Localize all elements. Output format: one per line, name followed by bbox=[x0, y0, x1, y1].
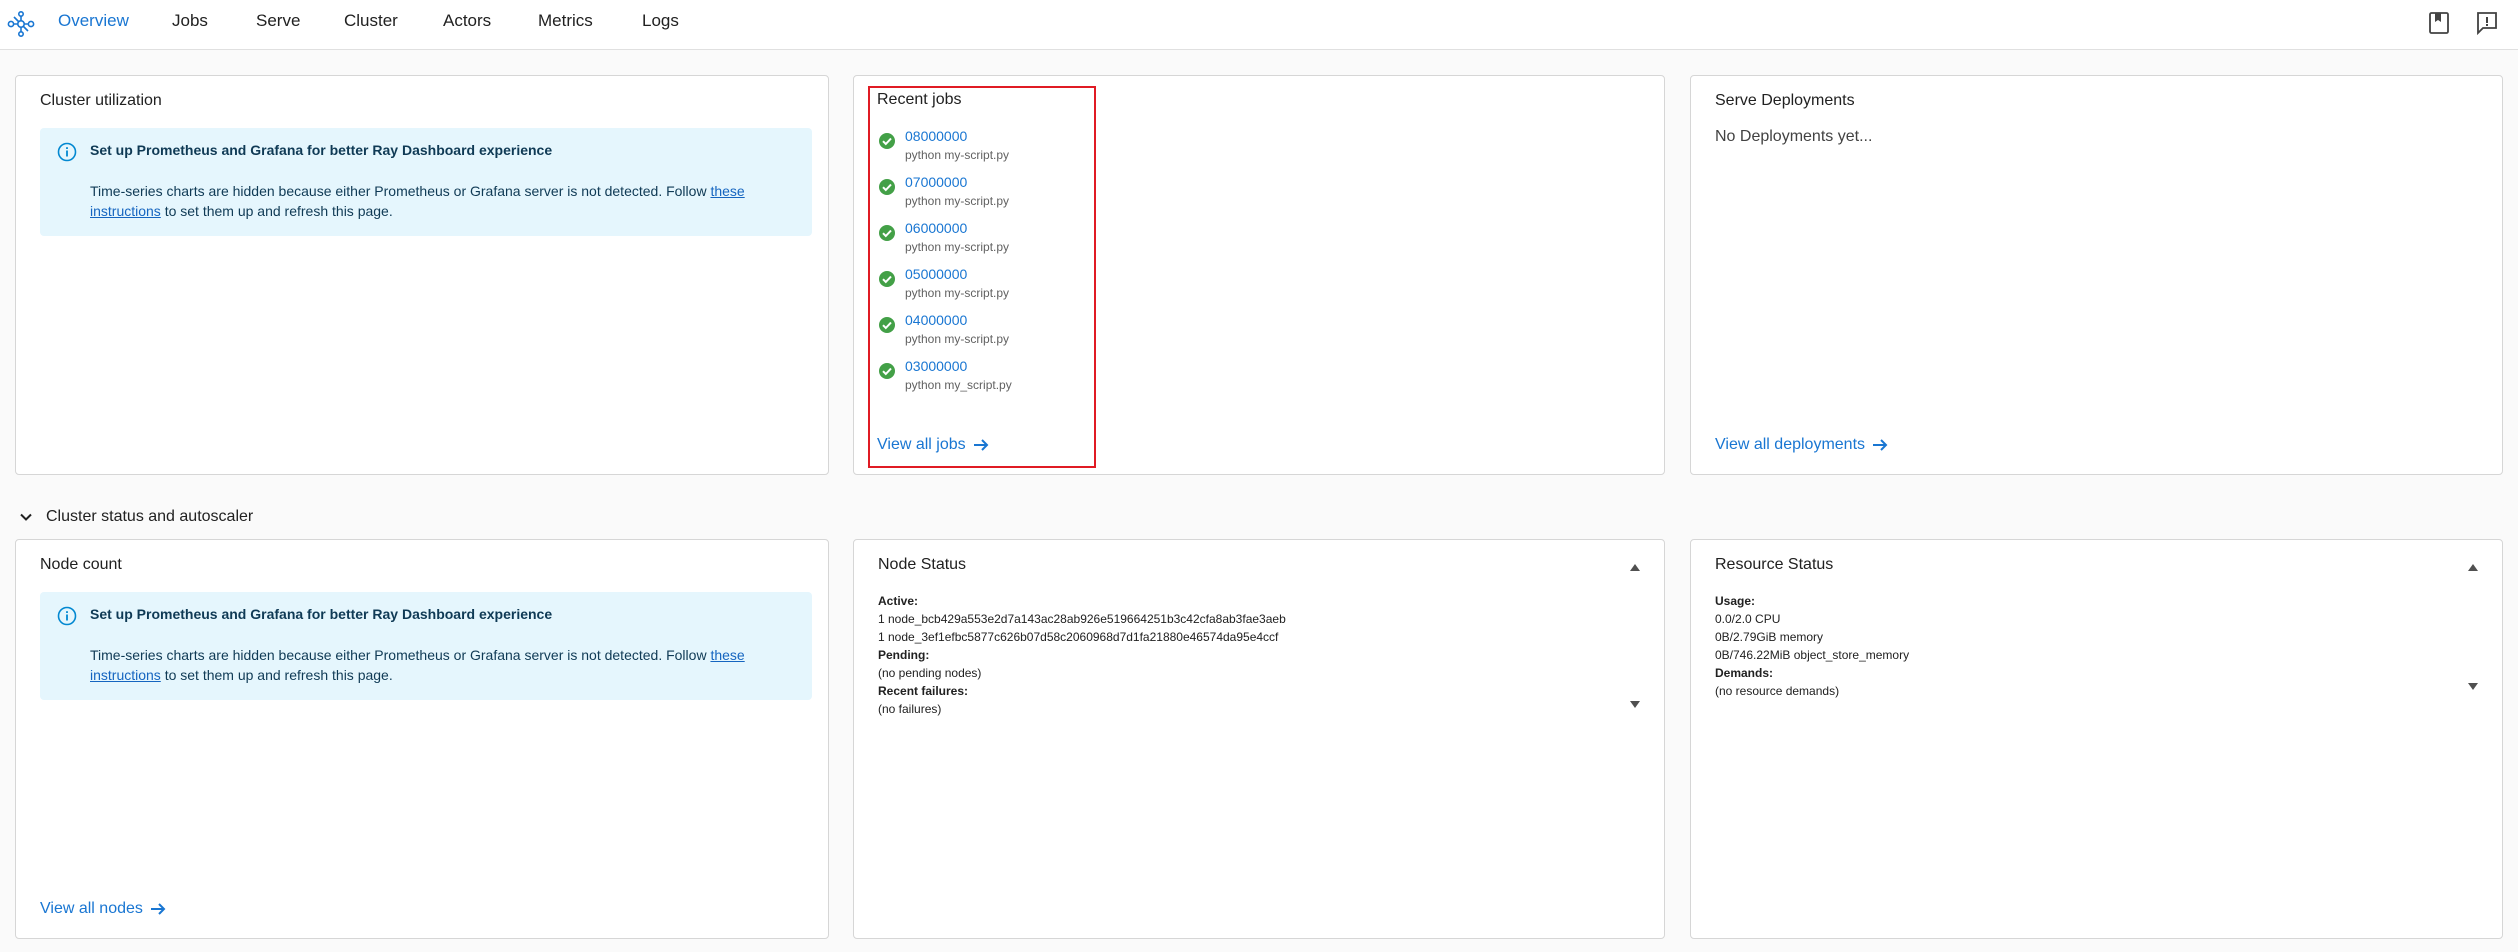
empty-deployments-text: No Deployments yet... bbox=[1715, 128, 1873, 145]
job-command: python my-script.py bbox=[905, 148, 1010, 162]
nav-cluster[interactable]: Cluster bbox=[344, 11, 398, 31]
instructions-link[interactable]: these bbox=[710, 647, 744, 663]
failures-label: Recent failures: bbox=[878, 684, 969, 698]
success-check-icon bbox=[879, 133, 895, 149]
nav-actors[interactable]: Actors bbox=[443, 11, 491, 31]
link-label: View all deployments bbox=[1715, 436, 1866, 453]
alert-text: Time-series charts are hidden because ei… bbox=[90, 183, 711, 199]
usage-value: 0.0/2.0 CPU bbox=[1715, 612, 1781, 626]
success-check-icon bbox=[879, 317, 895, 333]
nav-jobs[interactable]: Jobs bbox=[172, 11, 208, 31]
serve-deployments-card: Serve Deployments No Deployments yet... … bbox=[1690, 75, 2503, 475]
success-check-icon bbox=[879, 225, 895, 241]
job-id-link[interactable]: 08000000 bbox=[905, 128, 967, 144]
selection-highlight bbox=[868, 86, 1096, 468]
scroll-down-icon[interactable] bbox=[2467, 682, 2479, 692]
instructions-link[interactable]: instructions bbox=[90, 203, 161, 219]
nav-overview[interactable]: Overview bbox=[58, 11, 129, 31]
usage-value: 0B/2.79GiB memory bbox=[1715, 630, 1824, 644]
resource-status-text: Usage: 0.0/2.0 CPU 0B/2.79GiB memory 0B/… bbox=[1715, 592, 1909, 700]
job-command: python my-script.py bbox=[905, 240, 1010, 254]
alert-body: Time-series charts are hidden because ei… bbox=[90, 645, 790, 685]
alert-body: Time-series charts are hidden because ei… bbox=[90, 181, 790, 221]
instructions-link[interactable]: these bbox=[710, 183, 744, 199]
alert-title: Set up Prometheus and Grafana for better… bbox=[90, 142, 553, 158]
arrow-right-icon bbox=[150, 903, 166, 915]
success-check-icon bbox=[879, 179, 895, 195]
scroll-down-icon[interactable] bbox=[1629, 700, 1641, 710]
card-title: Cluster utilization bbox=[40, 92, 162, 109]
cluster-utilization-card: Cluster utilization Set up Prometheus an… bbox=[15, 75, 829, 475]
resource-status-card: Resource Status Usage: 0.0/2.0 CPU 0B/2.… bbox=[1690, 539, 2503, 939]
pending-label: Pending: bbox=[878, 648, 930, 662]
arrow-right-icon bbox=[1873, 439, 1888, 451]
alert-text: to set them up and refresh this page. bbox=[160, 667, 393, 683]
link-label: View all nodes bbox=[40, 900, 143, 917]
view-all-nodes-link[interactable]: View all nodes bbox=[40, 900, 167, 918]
feedback-icon[interactable] bbox=[2475, 10, 2499, 36]
job-id-link[interactable]: 04000000 bbox=[905, 312, 967, 328]
nav-metrics[interactable]: Metrics bbox=[538, 11, 593, 31]
card-title: Serve Deployments bbox=[1715, 92, 1855, 109]
alert-title: Set up Prometheus and Grafana for better… bbox=[90, 606, 553, 622]
ray-logo-icon[interactable] bbox=[6, 9, 36, 39]
failures-value: (no failures) bbox=[878, 702, 942, 716]
cluster-status-section-toggle[interactable]: Cluster status and autoscaler bbox=[16, 507, 253, 527]
prometheus-alert: Set up Prometheus and Grafana for better… bbox=[40, 128, 812, 236]
card-title: Resource Status bbox=[1715, 556, 1834, 573]
info-icon bbox=[57, 606, 77, 626]
prometheus-alert: Set up Prometheus and Grafana for better… bbox=[40, 592, 812, 700]
top-nav: Overview Jobs Serve Cluster Actors Metri… bbox=[0, 0, 2518, 50]
demands-label: Demands: bbox=[1715, 666, 1774, 680]
nav-logs[interactable]: Logs bbox=[642, 11, 679, 31]
node-count-card: Node count Set up Prometheus and Grafana… bbox=[15, 539, 829, 939]
pending-value: (no pending nodes) bbox=[878, 666, 982, 680]
scroll-up-icon[interactable] bbox=[2467, 562, 2479, 572]
active-node: 1 node_3ef1efbc5877c626b07d58c2060968d7d… bbox=[878, 630, 1279, 644]
success-check-icon bbox=[879, 363, 895, 379]
job-id-link[interactable]: 07000000 bbox=[905, 174, 967, 190]
usage-label: Usage: bbox=[1715, 594, 1756, 608]
chevron-down-icon bbox=[20, 513, 32, 521]
node-status-text: Active: 1 node_bcb429a553e2d7a143ac28ab9… bbox=[878, 592, 1286, 718]
usage-value: 0B/746.22MiB object_store_memory bbox=[1715, 648, 1910, 662]
info-icon bbox=[57, 142, 77, 162]
job-id-link[interactable]: 05000000 bbox=[905, 266, 967, 282]
card-title: Node Status bbox=[878, 556, 967, 573]
job-id-link[interactable]: 03000000 bbox=[905, 358, 967, 374]
job-command: python my-script.py bbox=[905, 332, 1010, 346]
node-status-card: Node Status Active: 1 node_bcb429a553e2d… bbox=[853, 539, 1665, 939]
alert-text: Time-series charts are hidden because ei… bbox=[90, 647, 711, 663]
view-all-jobs-link[interactable]: View all jobs bbox=[877, 436, 990, 454]
nav-serve[interactable]: Serve bbox=[256, 11, 300, 31]
demands-value: (no resource demands) bbox=[1715, 684, 1840, 698]
link-label: View all jobs bbox=[877, 436, 966, 453]
alert-text: to set them up and refresh this page. bbox=[160, 203, 393, 219]
job-id-link[interactable]: 06000000 bbox=[905, 220, 967, 236]
scroll-up-icon[interactable] bbox=[1629, 562, 1641, 572]
job-command: python my_script.py bbox=[905, 378, 1012, 392]
card-title: Node count bbox=[40, 556, 122, 573]
active-label: Active: bbox=[878, 594, 919, 608]
arrow-right-icon bbox=[973, 439, 989, 451]
section-title: Cluster status and autoscaler bbox=[46, 508, 254, 525]
view-all-deployments-link[interactable]: View all deployments bbox=[1715, 436, 1889, 454]
job-command: python my-script.py bbox=[905, 286, 1010, 300]
job-command: python my-script.py bbox=[905, 194, 1010, 208]
docs-icon[interactable] bbox=[2427, 10, 2451, 36]
success-check-icon bbox=[879, 271, 895, 287]
active-node: 1 node_bcb429a553e2d7a143ac28ab926e51966… bbox=[878, 612, 1286, 626]
instructions-link[interactable]: instructions bbox=[90, 667, 161, 683]
card-title: Recent jobs bbox=[877, 91, 962, 108]
